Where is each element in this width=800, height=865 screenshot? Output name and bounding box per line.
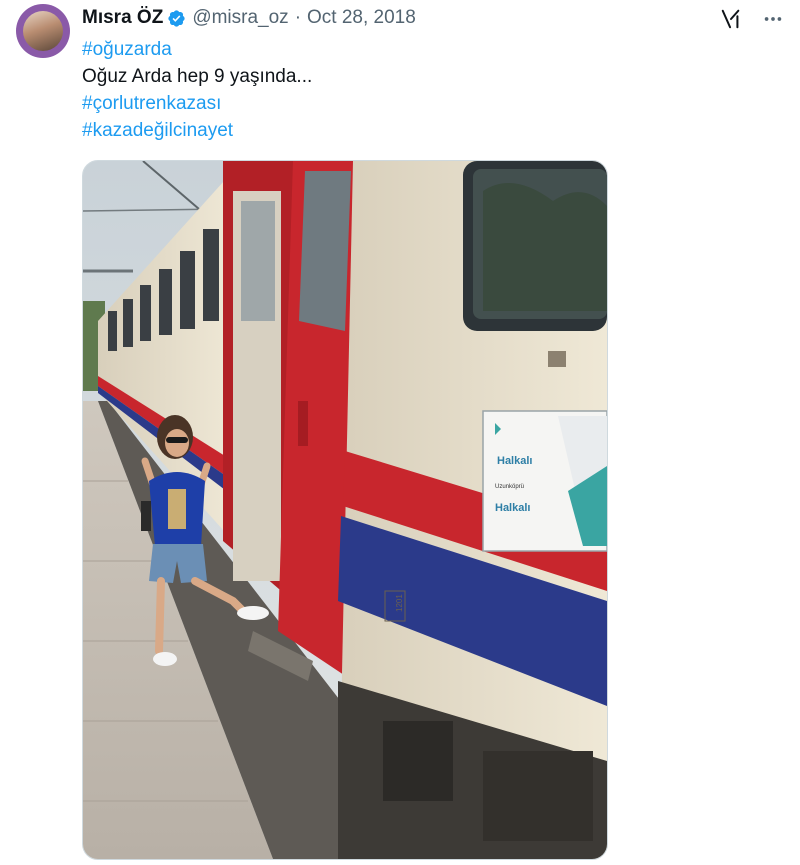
hashtag-link[interactable]: #kazadeğilcinayet (82, 117, 312, 144)
train-photo-illustration: Halkalı Uzunköprü Halkalı 1201 (83, 161, 607, 859)
verified-badge-icon (167, 9, 186, 28)
tweet-top-actions (718, 6, 786, 32)
sign-text-3: Halkalı (495, 502, 530, 514)
header-separator: · (294, 7, 302, 28)
author-handle[interactable]: @misra_oz (192, 7, 288, 29)
author-display-name[interactable]: Mısra ÖZ (82, 7, 163, 29)
grok-icon[interactable] (718, 6, 744, 32)
tweet-date[interactable]: Oct 28, 2018 (307, 7, 416, 29)
tweet-header: Mısra ÖZ @misra_oz · Oct 28, 2018 (82, 6, 416, 30)
tweet-text-line: Oğuz Arda hep 9 yaşında... (82, 66, 313, 87)
tweet-card: Mısra ÖZ @misra_oz · Oct 28, 2018 #oğuza… (0, 0, 800, 865)
sign-text-1: Halkalı (497, 455, 532, 467)
tweet-text: #oğuzarda Oğuz Arda hep 9 yaşında... #ço… (82, 36, 312, 144)
car-number-label: 1201 (395, 594, 404, 612)
author-avatar[interactable] (16, 4, 70, 58)
sign-text-2: Uzunköprü (495, 484, 524, 490)
avatar-photo (23, 11, 63, 51)
tweet-photo[interactable]: Halkalı Uzunköprü Halkalı 1201 (82, 160, 608, 860)
more-dots-icon[interactable] (760, 6, 786, 32)
hashtag-link[interactable]: #oğuzarda (82, 36, 312, 63)
hashtag-link[interactable]: #çorlutrenkazası (82, 90, 312, 117)
